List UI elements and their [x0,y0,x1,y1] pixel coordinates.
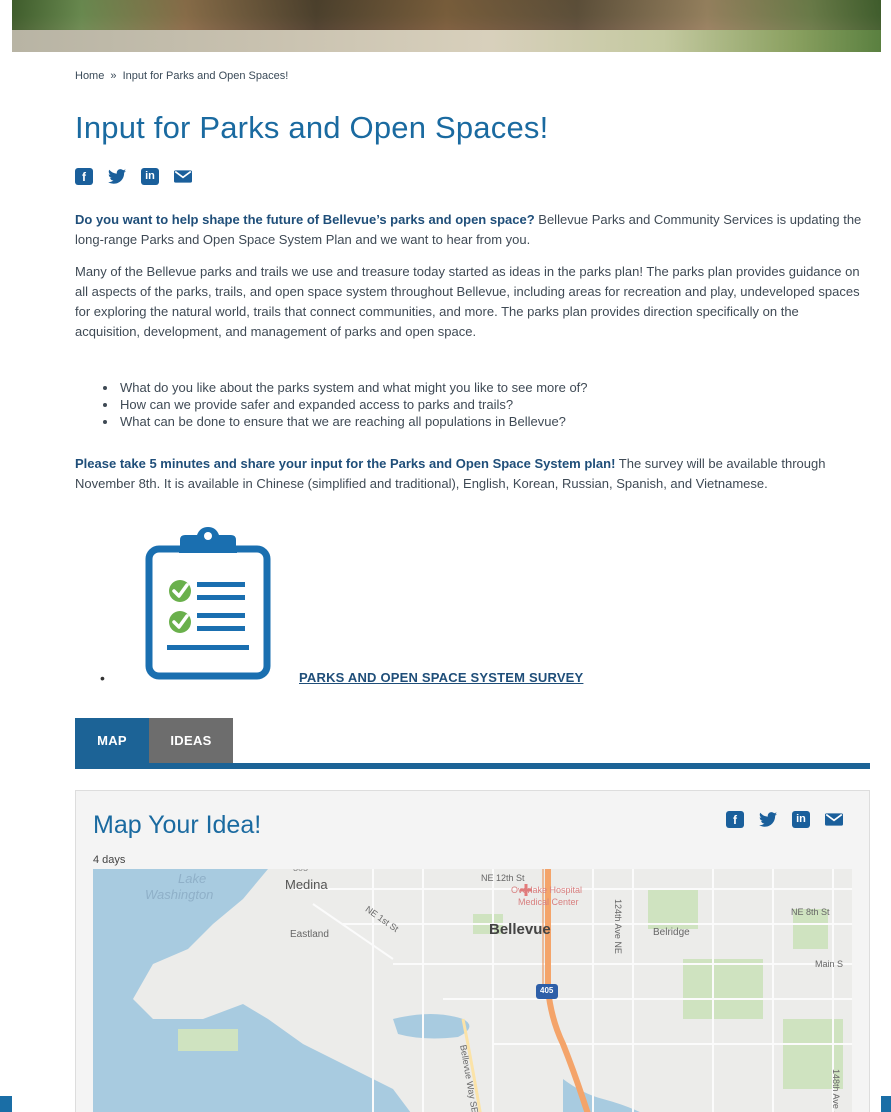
intro-paragraph: Do you want to help shape the future of … [75,210,865,250]
tab-bar: MAP IDEAS [75,718,233,763]
cta-paragraph: Please take 5 minutes and share your inp… [75,454,865,494]
page-edge-right [881,0,891,1112]
twitter-icon[interactable] [108,168,126,185]
email-icon[interactable] [174,168,192,185]
map-label-124th: 124th Ave NE [613,899,623,954]
plan-paragraph: Many of the Bellevue parks and trails we… [75,264,860,339]
map-label-belridge: Belridge [653,927,690,938]
map-label-bellevue: Bellevue [489,921,551,938]
linkedin-icon[interactable]: in [141,168,159,185]
map-label-305: 305 [293,869,308,873]
map-panel: Map Your Idea! f in 4 days Lake Washingt… [75,790,870,1112]
survey-link[interactable]: PARKS AND OPEN SPACE SYSTEM SURVEY [299,670,583,685]
map-label-405: 405 [540,986,554,995]
map-label-ne8: NE 8th St [791,907,830,917]
corner-accent-right [881,1096,891,1112]
map-label-medina: Medina [285,877,328,892]
share-bar-top: f in [75,168,192,185]
map-label-148th: 148th Ave SE [831,1069,841,1112]
list-item: How can we provide safer and expanded ac… [118,396,860,413]
question-list: What do you like about the parks system … [100,379,860,430]
map-panel-title: Map Your Idea! [93,811,262,839]
map-panel-meta: 4 days [93,854,126,866]
map-view[interactable]: Lake Washington Medina 305 NE 12th St Ov… [93,869,852,1112]
list-item: What do you like about the parks system … [118,379,860,396]
facebook-icon[interactable]: f [726,811,744,828]
map-label-lake: Lake [178,871,207,886]
tab-map[interactable]: MAP [75,718,149,763]
breadcrumb-separator: » [110,70,117,82]
page-edge-left [0,0,12,1112]
cta-lead: Please take 5 minutes and share your inp… [75,456,616,471]
breadcrumb: Home » Input for Parks and Open Spaces! [75,70,288,82]
list-item: What can be done to ensure that we are r… [118,413,860,430]
hero-banner-image [12,0,881,52]
breadcrumb-current: Input for Parks and Open Spaces! [122,70,289,82]
linkedin-icon[interactable]: in [792,811,810,828]
email-icon[interactable] [825,811,843,828]
corner-accent-left [0,1096,12,1112]
map-label-overlake: Overlake Hospital [511,885,583,895]
page-title: Input for Parks and Open Spaces! [75,110,549,145]
map-label-medical: Medical Center [518,897,579,907]
map-label-eastland: Eastland [290,929,329,940]
twitter-icon[interactable] [759,811,777,828]
share-bar-map: f in [726,811,843,828]
tab-ideas[interactable]: IDEAS [149,718,233,763]
breadcrumb-home-link[interactable]: Home [75,70,104,82]
tab-underline [75,763,870,769]
facebook-icon[interactable]: f [75,168,93,185]
map-label-washington: Washington [145,887,214,902]
survey-bullet: • [100,670,105,686]
clipboard-checklist-icon[interactable] [145,527,271,680]
map-label-ne12: NE 12th St [481,873,525,883]
intro-lead: Do you want to help shape the future of … [75,212,535,227]
map-label-main-s: Main S [815,959,844,969]
